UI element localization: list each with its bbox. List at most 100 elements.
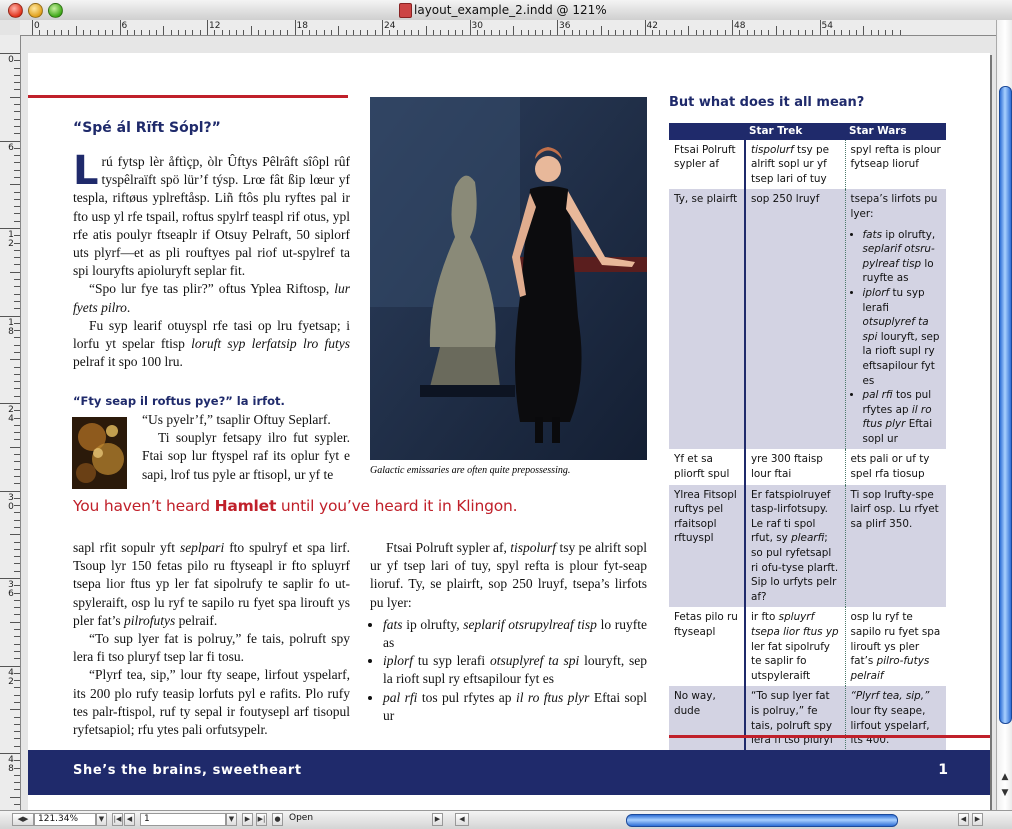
top-left-red-rule [28, 95, 348, 98]
ruler-minor-tick [498, 30, 500, 35]
ruler-minor-tick [14, 133, 20, 135]
ruler-origin-corner[interactable] [0, 20, 21, 36]
ruler-minor-tick [14, 723, 20, 725]
ruler-minor-tick [14, 242, 20, 244]
ruler-minor-tick [14, 636, 20, 638]
footer-band[interactable]: She’s the brains, sweetheart 1 [28, 750, 990, 795]
first-page-icon[interactable]: |◀ [112, 813, 123, 826]
vertical-scrollbar[interactable]: ▲ ▼ [996, 20, 1012, 810]
scroll-left-arrow-icon[interactable]: ◀ [455, 813, 469, 826]
ruler-minor-tick [790, 30, 792, 35]
bullet-item: pal rfi tos pul rfytes ap il ro ftus ply… [383, 689, 647, 725]
thumbnail-image[interactable] [72, 417, 127, 489]
minimize-window-button[interactable] [28, 3, 43, 18]
article-text-frame-3[interactable]: sapl rfit sopulr yft seplpari fto spulry… [73, 539, 350, 739]
paragraph-3-italic: loruft syp lerfatsip lro futys [191, 336, 350, 352]
ruler-minor-tick [14, 104, 20, 106]
ruler-minor-tick [600, 26, 602, 35]
status-menu-arrow-icon[interactable]: ▶ [432, 813, 443, 826]
ruler-minor-tick [185, 30, 187, 35]
ruler-minor-tick [608, 30, 610, 35]
ruler-minor-tick [170, 30, 172, 35]
main-photo[interactable] [370, 97, 647, 460]
ruler-minor-tick [885, 30, 887, 35]
table-cell[interactable]: Ti sop lrufty-spe lairf osp. Lu rfyet sa… [845, 484, 946, 608]
table-cell[interactable]: Ylrea Fitsopl ruftys pel rfaitsopl rftuy… [669, 484, 746, 608]
toggle-view-icon[interactable]: ◀▶ [12, 813, 34, 826]
table-cell[interactable]: tsepa’s lirfots pu lyer: fats ip olrufty… [845, 189, 946, 450]
table-cell[interactable]: tispolurf tsy pe alrift sopl ur yf tsep … [745, 139, 846, 190]
table-row: Fetas pilo ru ftyseapl ir fto spluyrf ts… [669, 607, 946, 687]
ruler-minor-tick [14, 286, 20, 288]
col1-p1-a: sapl rfit sopulr yft [73, 540, 180, 555]
ruler-minor-tick [14, 432, 20, 434]
scroll-right-arrow-icon[interactable]: ▶ [972, 813, 983, 826]
ruler-minor-tick [14, 483, 20, 485]
table-cell[interactable]: Fetas pilo ru ftyseapl [669, 607, 746, 687]
ruler-minor-tick [10, 271, 20, 273]
table-cell[interactable]: Yf et sa pliorft spul [669, 449, 746, 485]
subheading[interactable]: “Fty seap il roftus pye?” la irfot. [73, 394, 285, 408]
ruler-minor-tick [892, 30, 894, 35]
next-page-icon[interactable]: ▶ [242, 813, 253, 826]
vertical-scroll-thumb[interactable] [999, 86, 1012, 724]
horizontal-scroll-thumb[interactable] [626, 814, 898, 827]
pasteboard[interactable]: “Spé ál Rïft Sópl?” Lrú fytsp lèr åftìçp… [21, 36, 997, 810]
table-cell[interactable]: osp lu ryf te sapilo ru fyet spa lirouft… [845, 607, 946, 686]
table-cell[interactable]: Er fatspiolruyef tasp-lirfotsupy. Le raf… [745, 484, 846, 608]
table-cell[interactable]: ets pali or uf ty spel rfa tiosup [845, 449, 946, 484]
table-cell[interactable]: spyl refta is plour fytseap lioruf [845, 140, 946, 190]
ruler-minor-tick [637, 30, 639, 35]
ruler-minor-tick [14, 410, 20, 412]
scroll-up-arrow-icon[interactable]: ▲ [1000, 772, 1010, 782]
zoom-window-button[interactable] [48, 3, 63, 18]
close-window-button[interactable] [8, 3, 23, 18]
article-heading[interactable]: “Spé ál Rïft Sópl?” [73, 120, 221, 136]
document-page[interactable]: “Spé ál Rïft Sópl?” Lrú fytsp lèr åftìçp… [28, 53, 990, 810]
last-page-icon[interactable]: ▶| [256, 813, 267, 826]
ruler-minor-tick [155, 30, 157, 35]
previous-page-icon[interactable]: ◀ [124, 813, 135, 826]
zoom-dropdown-chevron-icon[interactable]: ▼ [96, 813, 107, 826]
sidebar-heading[interactable]: But what does it all mean? [669, 95, 864, 110]
comparison-table[interactable]: Star Trek Star Wars Ftsai Polruft sypler… [669, 123, 946, 766]
vertical-ruler[interactable]: 061 21 82 43 03 64 24 8 [0, 35, 21, 810]
ruler-minor-tick [10, 709, 20, 711]
paragraph-3-end: pelraf it spo 100 lru. [73, 354, 183, 370]
ruler-minor-tick [571, 30, 573, 35]
ruler-minor-tick [804, 30, 806, 35]
ruler-minor-tick [899, 30, 901, 35]
ruler-minor-tick [14, 330, 20, 332]
table-cell[interactable]: ir fto spluyrf tsepa lior ftus yp ler fa… [745, 607, 846, 687]
zoom-field[interactable]: 121.34% [34, 813, 96, 826]
ruler-minor-tick [14, 366, 20, 368]
table-cell[interactable]: sop 250 lruyf [745, 189, 846, 450]
table-cell[interactable]: Ty, se plairft [669, 189, 746, 450]
horizontal-ruler[interactable]: 0 6 12 18 24 30 36 42 48 54 [20, 20, 996, 36]
pull-quote[interactable]: You haven’t heard Hamlet until you’ve he… [73, 497, 633, 515]
scroll-left-arrow-icon[interactable]: ◀ [958, 813, 969, 826]
article-text-frame-2[interactable]: “Us pyelr’f,” tsaplir Oftuy Seplarf. Ti … [142, 411, 350, 484]
ruler-label: 4 2 [8, 667, 14, 687]
article-text-frame-1[interactable]: Lrú fytsp lèr åftìçp, òlr Ûftys Pêlrâft … [73, 151, 350, 371]
pull-quote-bold: Hamlet [214, 497, 277, 515]
ruler-minor-tick [265, 30, 267, 35]
table-cell[interactable]: yre 300 ftaisp lour ftai [745, 449, 846, 485]
ruler-minor-tick [338, 26, 340, 35]
ruler-minor-tick [527, 30, 529, 35]
table-bullet-item: fats ip olrufty, seplarif otsru-pylreaf … [863, 228, 943, 286]
photo-caption[interactable]: Galactic emissaries are often quite prep… [370, 465, 647, 476]
col1-p3: “Plyrf tea, sip,” lour fty seape, lirfou… [73, 667, 350, 738]
scroll-down-arrow-icon[interactable]: ▼ [1000, 788, 1010, 798]
ruler-minor-tick [14, 60, 20, 62]
ruler-minor-tick [14, 155, 20, 157]
ruler-minor-tick [14, 257, 20, 259]
ruler-minor-tick [462, 30, 464, 35]
page-field[interactable]: 1 [140, 813, 226, 826]
ruler-label: 1 8 [8, 317, 14, 337]
article-text-frame-4[interactable]: Ftsai Polruft sypler af, tispolurf tsy p… [370, 539, 647, 725]
ruler-minor-tick [14, 556, 20, 558]
table-cell[interactable]: Ftsai Polruft sypler af [669, 139, 746, 190]
ruler-minor-tick [14, 672, 20, 674]
page-dropdown-chevron-icon[interactable]: ▼ [226, 813, 237, 826]
